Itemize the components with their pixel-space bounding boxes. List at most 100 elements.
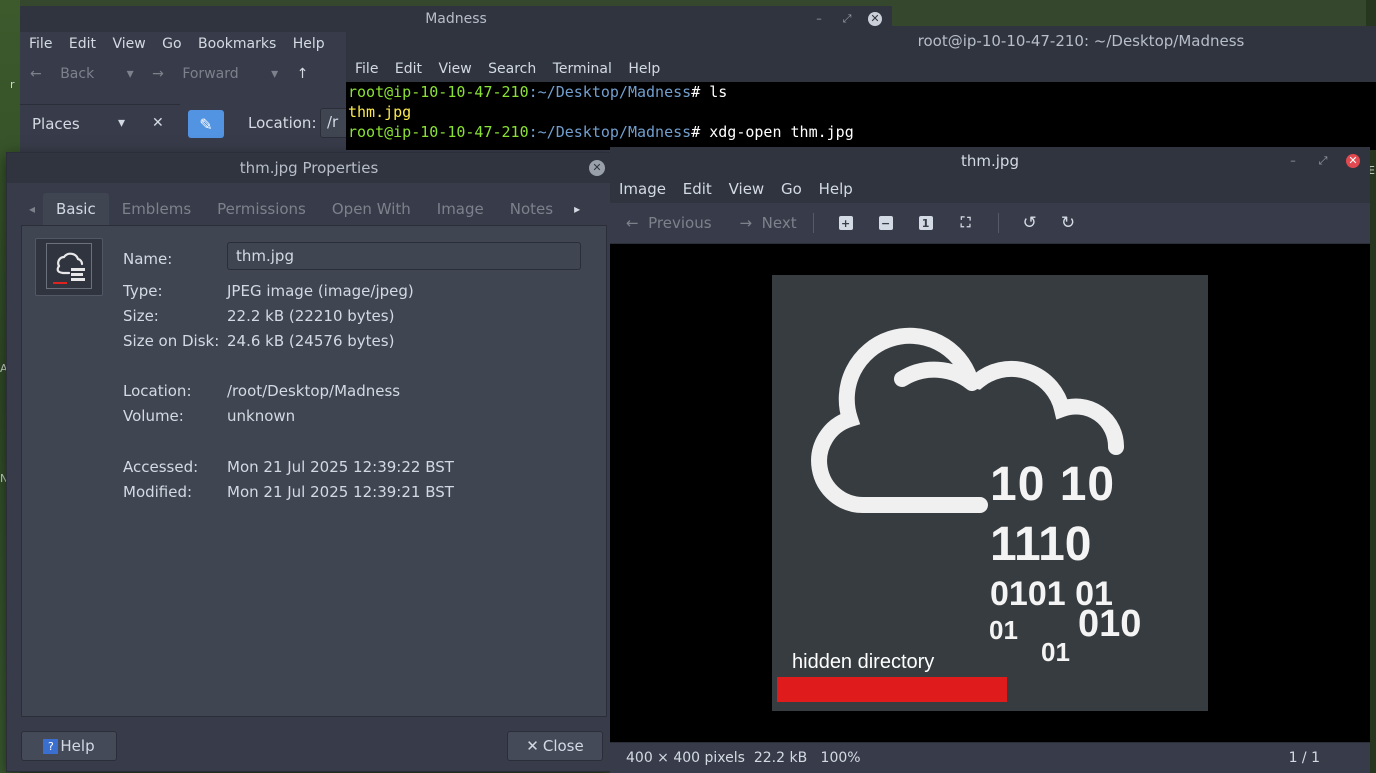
zoom-out-icon[interactable]: − bbox=[878, 216, 893, 230]
close-icon[interactable]: ✕ bbox=[868, 12, 882, 26]
properties-tabs: ◂ Basic Emblems Permissions Open With Im… bbox=[21, 193, 605, 225]
type-label: Type: bbox=[123, 282, 163, 300]
file-manager-menubar: File Edit View Go Bookmarks Help bbox=[29, 36, 337, 58]
menu-image[interactable]: Image bbox=[619, 180, 666, 198]
previous-button[interactable]: ← Previous bbox=[626, 214, 712, 232]
close-icon[interactable]: ✕ bbox=[589, 160, 605, 176]
close-label: Close bbox=[542, 737, 584, 755]
command-text: xdg-open thm.jpg bbox=[700, 123, 854, 141]
close-button[interactable]: ✕ Close bbox=[507, 731, 603, 761]
terminal-window: root@ip-10-10-47-210: ~/Desktop/Madness … bbox=[346, 26, 1376, 150]
terminal-line: thm.jpg bbox=[348, 102, 854, 122]
pencil-icon: ✎ bbox=[199, 114, 213, 134]
places-dropdown-icon[interactable]: ▾ bbox=[118, 115, 125, 131]
menu-go[interactable]: Go bbox=[781, 180, 802, 198]
zoom-normal-icon[interactable]: 1 bbox=[918, 216, 933, 230]
rotate-right-icon[interactable]: ↻ bbox=[1061, 213, 1075, 233]
maximize-icon[interactable]: ⤢ bbox=[840, 12, 854, 26]
menu-terminal[interactable]: Terminal bbox=[553, 61, 612, 77]
forward-button[interactable]: → Forward bbox=[152, 66, 253, 82]
menu-go[interactable]: Go bbox=[162, 36, 181, 52]
properties-titlebar[interactable]: thm.jpg Properties ✕ bbox=[7, 153, 611, 183]
hidden-directory-label: hidden directory bbox=[792, 651, 935, 673]
previous-label: Previous bbox=[648, 214, 712, 232]
location-value: /root/Desktop/Madness bbox=[227, 382, 401, 400]
close-icon: ✕ bbox=[526, 737, 539, 755]
tab-basic[interactable]: Basic bbox=[43, 193, 109, 225]
tab-scroll-right-icon[interactable]: ▸ bbox=[566, 202, 588, 216]
prompt-path: :~/Desktop/Madness bbox=[528, 123, 692, 141]
name-field[interactable]: thm.jpg bbox=[227, 242, 581, 270]
menu-edit[interactable]: Edit bbox=[395, 61, 422, 77]
binary-row: 01 bbox=[989, 615, 1018, 645]
maximize-icon[interactable]: ⤢ bbox=[1316, 154, 1330, 168]
menu-edit[interactable]: Edit bbox=[683, 180, 712, 198]
up-button[interactable]: ↑ bbox=[297, 66, 309, 82]
tab-permissions[interactable]: Permissions bbox=[204, 193, 319, 225]
places-label[interactable]: Places bbox=[32, 115, 80, 133]
menu-bookmarks[interactable]: Bookmarks bbox=[198, 36, 276, 52]
fit-window-icon[interactable]: ⛶ bbox=[959, 215, 973, 231]
minimize-icon[interactable]: – bbox=[812, 12, 826, 26]
places-header: Places ▾ ✕ bbox=[20, 104, 180, 145]
close-sidebar-icon[interactable]: ✕ bbox=[152, 115, 164, 131]
toggle-location-button[interactable]: ✎ bbox=[188, 110, 224, 138]
back-button[interactable]: ← Back bbox=[30, 66, 108, 82]
tab-open-with[interactable]: Open With bbox=[319, 193, 424, 225]
name-label: Name: bbox=[123, 250, 173, 268]
menu-help[interactable]: Help bbox=[628, 61, 660, 77]
tab-scroll-left-icon[interactable]: ◂ bbox=[21, 202, 43, 216]
terminal-menubar: File Edit View Search Terminal Help bbox=[346, 56, 1376, 82]
viewer-statusbar: 400 × 400 pixels 22.2 kB 100% 1 / 1 bbox=[610, 742, 1370, 773]
properties-dialog: thm.jpg Properties ✕ ◂ Basic Emblems Per… bbox=[6, 152, 612, 772]
command-text: ls bbox=[700, 83, 728, 101]
modified-label: Modified: bbox=[123, 483, 193, 501]
file-thumbnail-icon[interactable] bbox=[35, 238, 103, 296]
menu-view[interactable]: View bbox=[112, 36, 145, 52]
name-value: thm.jpg bbox=[236, 247, 294, 265]
next-button[interactable]: → Next bbox=[740, 214, 797, 232]
arrow-right-icon: → bbox=[739, 214, 753, 232]
modified-value: Mon 21 Jul 2025 12:39:21 BST bbox=[227, 483, 454, 501]
menu-edit[interactable]: Edit bbox=[69, 36, 96, 52]
file-manager-navbar: ← Back ▾ → Forward ▾ ↑ bbox=[30, 66, 322, 82]
size-label: Size: bbox=[123, 307, 159, 325]
menu-help[interactable]: Help bbox=[293, 36, 325, 52]
tab-emblems[interactable]: Emblems bbox=[109, 193, 204, 225]
viewer-toolbar: ← Previous → Next + − 1 ⛶ ↺ ↻ bbox=[610, 203, 1370, 244]
accessed-label: Accessed: bbox=[123, 458, 199, 476]
menu-view[interactable]: View bbox=[438, 61, 471, 77]
prompt-user: root@ip-10-10-47-210 bbox=[348, 123, 529, 141]
menu-search[interactable]: Search bbox=[488, 61, 536, 77]
viewer-titlebar[interactable]: thm.jpg – ⤢ ✕ bbox=[610, 147, 1370, 175]
viewer-menubar: Image Edit View Go Help bbox=[610, 175, 1370, 203]
menu-file[interactable]: File bbox=[29, 36, 52, 52]
help-button[interactable]: ? Help bbox=[21, 731, 117, 761]
minimize-icon[interactable]: – bbox=[1286, 154, 1300, 168]
terminal-titlebar[interactable]: root@ip-10-10-47-210: ~/Desktop/Madness bbox=[346, 26, 1376, 56]
back-history-icon[interactable]: ▾ bbox=[127, 66, 134, 82]
zoom-in-icon[interactable]: + bbox=[838, 216, 853, 230]
accessed-value: Mon 21 Jul 2025 12:39:22 BST bbox=[227, 458, 454, 476]
location-label: Location: bbox=[248, 114, 317, 132]
viewer-title: thm.jpg bbox=[961, 152, 1019, 170]
menu-file[interactable]: File bbox=[355, 61, 378, 77]
forward-history-icon[interactable]: ▾ bbox=[271, 66, 278, 82]
rotate-left-icon[interactable]: ↺ bbox=[1023, 213, 1037, 233]
close-icon[interactable]: ✕ bbox=[1346, 154, 1360, 168]
binary-row: 1110 bbox=[990, 518, 1092, 571]
prompt-symbol: # bbox=[691, 123, 701, 141]
terminal-output[interactable]: root@ip-10-10-47-210:~/Desktop/Madness# … bbox=[348, 82, 854, 142]
tab-image[interactable]: Image bbox=[424, 193, 497, 225]
size-on-disk-label: Size on Disk: bbox=[123, 332, 220, 350]
next-label: Next bbox=[761, 214, 797, 232]
menu-help[interactable]: Help bbox=[819, 180, 853, 198]
binary-text-block: 10 10 1110 0101 01 bbox=[990, 461, 1115, 612]
dialog-title: thm.jpg Properties bbox=[239, 159, 379, 177]
image-canvas[interactable]: 10 10 1110 0101 01 01 010 01 hidden dire… bbox=[610, 244, 1370, 742]
menu-view[interactable]: View bbox=[729, 180, 765, 198]
location-value: /r bbox=[327, 113, 339, 131]
tab-notes[interactable]: Notes bbox=[497, 193, 566, 225]
type-value: JPEG image (image/jpeg) bbox=[227, 282, 414, 300]
location-label: Location: bbox=[123, 382, 192, 400]
